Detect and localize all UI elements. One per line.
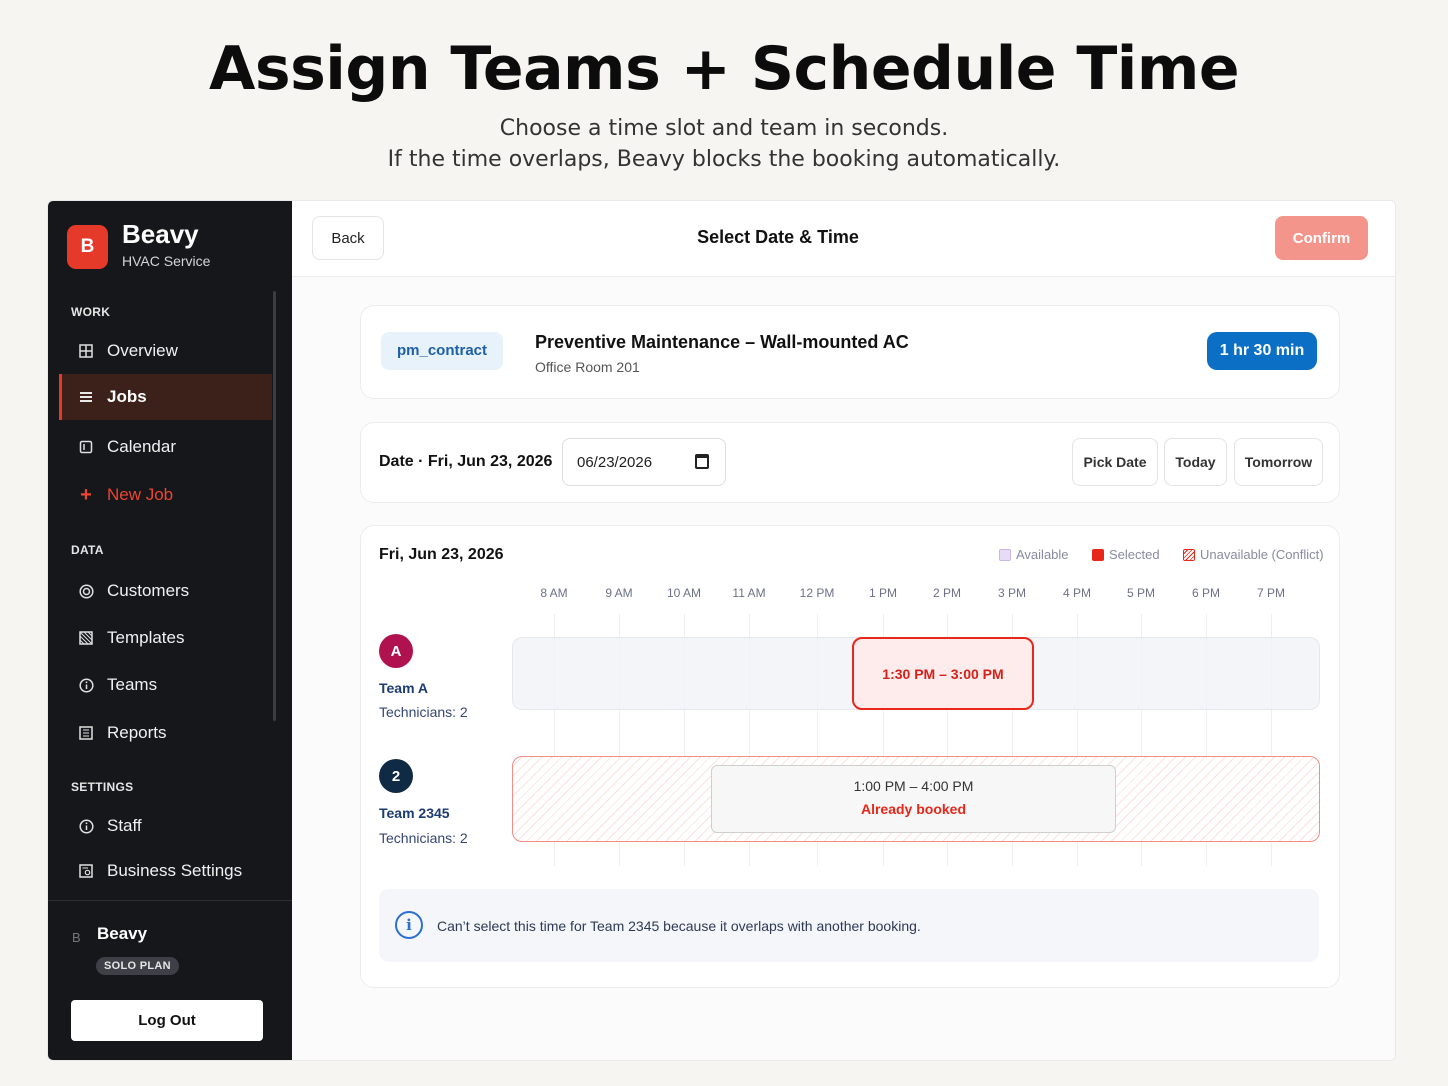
job-title: Preventive Maintenance – Wall-mounted AC — [535, 332, 909, 352]
duration-badge: 1 hr 30 min — [1207, 332, 1317, 370]
hour-label: 11 AM — [732, 586, 766, 600]
page-title: Select Date & Time — [697, 227, 859, 247]
schedule-card: Fri, Jun 23, 2026 Available Selected Una… — [360, 525, 1340, 988]
sidebar-item-label: Overview — [107, 341, 178, 360]
legend-available: Available — [999, 547, 1069, 562]
date-label: Date · Fri, Jun 23, 2026 — [379, 453, 553, 470]
target-icon — [78, 583, 94, 599]
sidebar-item-label: Jobs — [107, 387, 147, 406]
job-summary-card: pm_contract Preventive Maintenance – Wal… — [360, 305, 1340, 399]
settings-doc-icon — [78, 863, 94, 879]
sidebar-item-jobs[interactable]: Jobs — [59, 374, 272, 420]
team-2345-avatar: 2 — [379, 759, 413, 793]
legend-label: Unavailable (Conflict) — [1200, 547, 1324, 562]
date-picker-card: Date · Fri, Jun 23, 2026 Pick Date Today… — [360, 422, 1340, 503]
schedule-date: Fri, Jun 23, 2026 — [379, 546, 504, 563]
sidebar-item-label: Reports — [107, 723, 167, 742]
sidebar-divider — [48, 900, 292, 901]
sidebar-item-overview[interactable]: Overview — [59, 328, 272, 374]
booked-time-slot: 1:00 PM – 4:00 PM Already booked — [711, 765, 1116, 833]
selected-time-slot[interactable]: 1:30 PM – 3:00 PM — [852, 637, 1034, 710]
sidebar-item-customers[interactable]: Customers — [59, 568, 272, 614]
conflict-notice: i Can’t select this time for Team 2345 b… — [379, 889, 1319, 962]
sidebar-item-label: Staff — [107, 816, 142, 835]
brand-logo: B — [67, 225, 108, 269]
sidebar-scrollbar[interactable] — [273, 291, 276, 721]
conflict-swatch-icon — [1183, 548, 1195, 561]
info-circle-icon — [78, 818, 94, 834]
user-name: Beavy — [97, 924, 148, 943]
hero-subtitle-2: If the time overlaps, Beavy blocks the b… — [387, 147, 1061, 172]
sidebar-item-reports[interactable]: Reports — [59, 710, 272, 756]
hour-label: 10 AM — [666, 586, 702, 600]
legend-label: Selected — [1109, 547, 1160, 562]
tomorrow-button[interactable]: Tomorrow — [1234, 438, 1323, 486]
top-bar: Back Select Date & Time Confirm — [292, 201, 1395, 277]
hour-label: 9 AM — [605, 586, 633, 600]
hero-title: Assign Teams + Schedule Time — [208, 34, 1240, 104]
job-type-tag: pm_contract — [381, 332, 504, 370]
legend-selected: Selected — [1092, 547, 1160, 562]
sidebar-item-new-job[interactable]: + New Job — [59, 472, 272, 518]
section-label-settings: SETTINGS — [71, 780, 134, 794]
pick-date-button[interactable]: Pick Date — [1072, 438, 1158, 486]
report-icon — [78, 725, 94, 741]
grid-icon — [78, 343, 94, 359]
hour-label: 2 PM — [932, 586, 962, 600]
sidebar-item-label: New Job — [107, 485, 174, 504]
team-2345-technicians: Technicians: 2 — [379, 830, 468, 846]
hour-label: 1 PM — [868, 586, 898, 600]
info-icon: i — [395, 911, 423, 939]
sidebar-item-staff[interactable]: Staff — [59, 803, 272, 849]
hour-label: 8 AM — [540, 586, 568, 600]
pattern-icon — [78, 630, 94, 646]
user-initial: B — [72, 930, 81, 945]
hour-label: 4 PM — [1062, 586, 1092, 600]
sidebar-item-label: Templates — [107, 628, 185, 647]
app-window: B Beavy HVAC Service WORK Overview Jobs … — [47, 200, 1396, 1061]
hour-label: 7 PM — [1256, 586, 1286, 600]
sidebar-item-templates[interactable]: Templates — [59, 615, 272, 661]
booked-slot-status: Already booked — [860, 801, 967, 817]
calendar-icon — [78, 439, 94, 455]
sidebar-item-label: Teams — [107, 675, 158, 694]
available-swatch-icon — [999, 548, 1011, 561]
legend-conflict: Unavailable (Conflict) — [1183, 547, 1324, 562]
hero-subtitle-1: Choose a time slot and team in seconds. — [499, 116, 949, 141]
hour-label: 3 PM — [997, 586, 1027, 600]
sidebar: B Beavy HVAC Service WORK Overview Jobs … — [48, 201, 292, 1060]
info-circle-icon — [78, 677, 94, 693]
brand-subtitle: HVAC Service — [122, 253, 211, 269]
sidebar-item-business-settings[interactable]: Business Settings — [59, 848, 272, 894]
sidebar-item-label: Business Settings — [107, 861, 243, 880]
team-a-avatar: A — [379, 634, 413, 668]
job-location: Office Room 201 — [535, 359, 640, 375]
booked-slot-time: 1:00 PM – 4:00 PM — [853, 778, 974, 794]
team-2345-name: Team 2345 — [379, 805, 450, 821]
team-a-name: Team A — [379, 680, 429, 696]
main-content: Back Select Date & Time Confirm pm_contr… — [292, 201, 1395, 1060]
hour-label: 6 PM — [1191, 586, 1221, 600]
section-label-work: WORK — [71, 305, 111, 319]
hour-label: 12 PM — [799, 586, 835, 600]
conflict-notice-text: Can’t select this time for Team 2345 bec… — [437, 918, 921, 934]
plus-icon: + — [80, 483, 92, 506]
list-icon — [78, 389, 94, 405]
hour-label: 5 PM — [1126, 586, 1156, 600]
calendar-icon[interactable] — [695, 454, 709, 469]
legend-label: Available — [1016, 547, 1069, 562]
plan-badge: SOLO PLAN — [96, 957, 179, 975]
sidebar-item-label: Calendar — [107, 437, 176, 456]
sidebar-item-calendar[interactable]: Calendar — [59, 424, 272, 470]
today-button[interactable]: Today — [1164, 438, 1227, 486]
sidebar-item-teams[interactable]: Teams — [59, 662, 272, 708]
brand-name: Beavy — [122, 219, 199, 249]
selected-swatch-icon — [1092, 548, 1104, 561]
team-a-technicians: Technicians: 2 — [379, 704, 468, 720]
confirm-button[interactable]: Confirm — [1275, 216, 1368, 260]
logout-button[interactable]: Log Out — [71, 1000, 263, 1041]
section-label-data: DATA — [71, 543, 104, 557]
sidebar-item-label: Customers — [107, 581, 190, 600]
